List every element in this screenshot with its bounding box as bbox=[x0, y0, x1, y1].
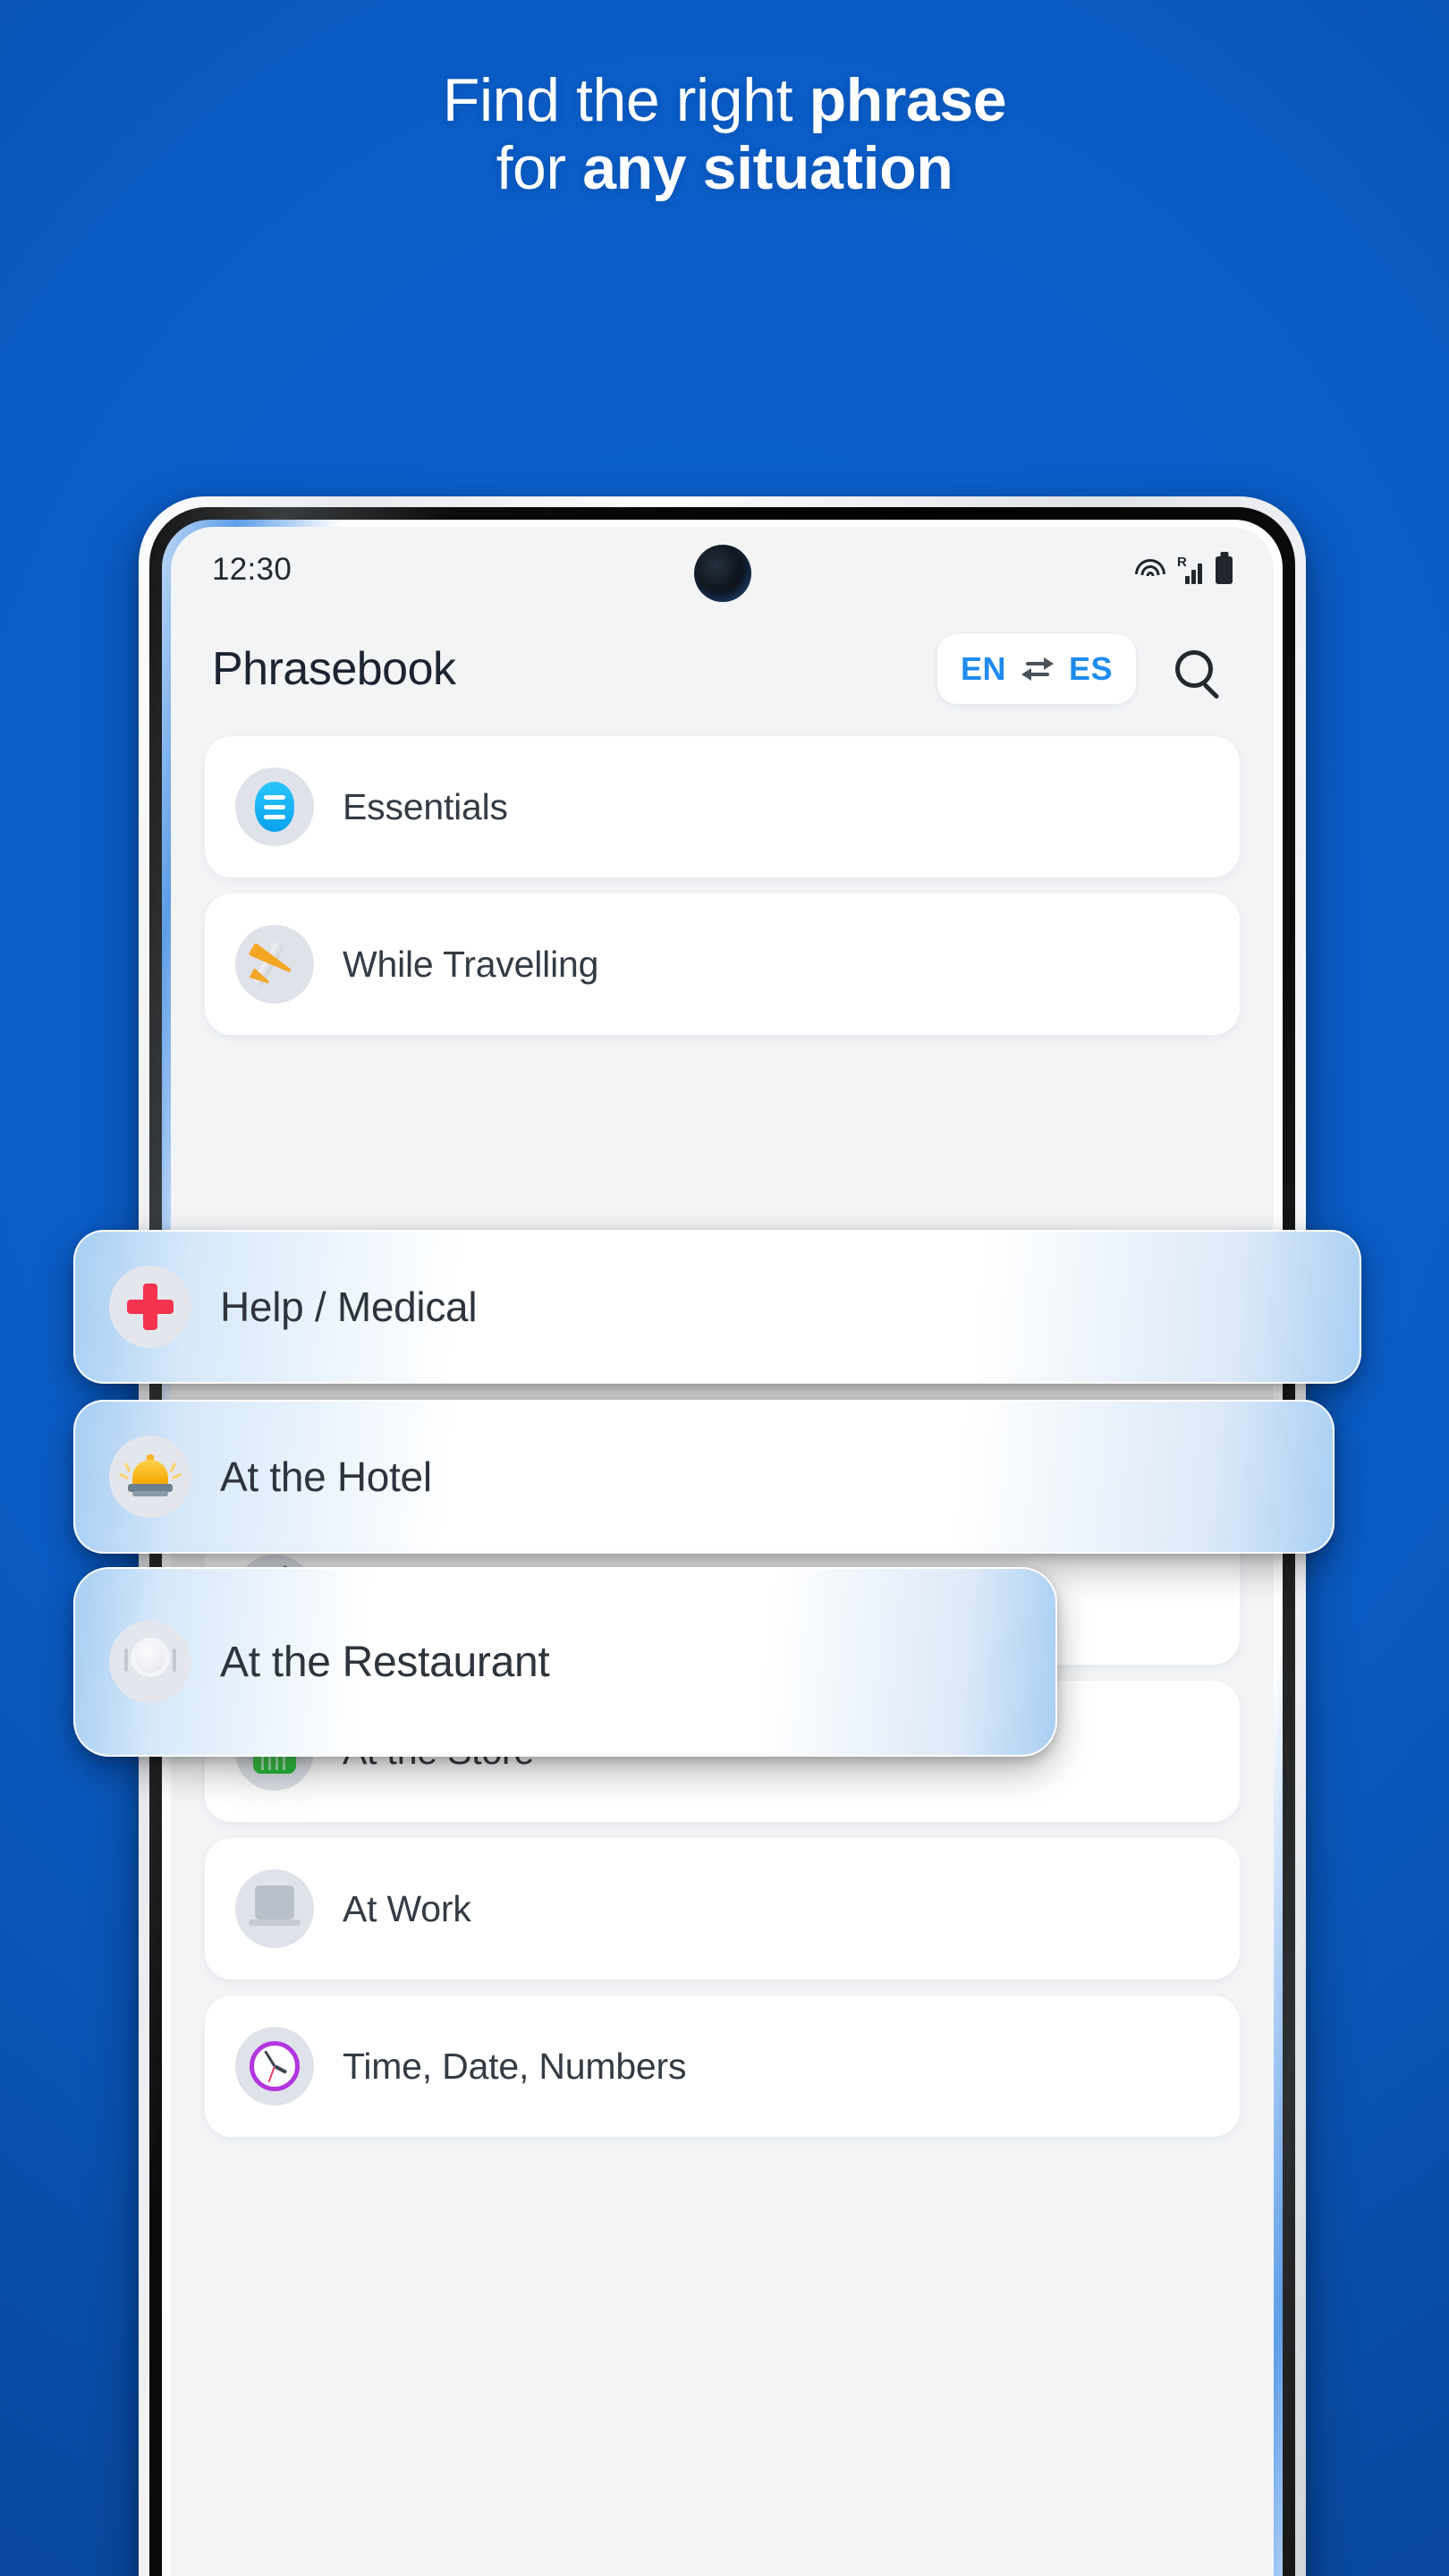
category-avatar bbox=[235, 2027, 314, 2106]
status-bar-time: 12:30 bbox=[212, 552, 292, 587]
language-to-label: ES bbox=[1068, 650, 1113, 687]
list-item-label: While Travelling bbox=[343, 943, 599, 985]
page-title: Phrasebook bbox=[212, 643, 456, 695]
category-avatar bbox=[109, 1436, 191, 1518]
laptop-icon bbox=[248, 1885, 301, 1932]
list-item-label: Help / Medical bbox=[220, 1284, 478, 1330]
front-camera-punch-hole-icon bbox=[693, 545, 751, 602]
category-avatar bbox=[235, 925, 314, 1004]
list-item-label: Time, Date, Numbers bbox=[343, 2045, 687, 2087]
plate-cutlery-icon bbox=[123, 1634, 178, 1690]
battery-icon bbox=[1216, 555, 1233, 584]
speech-bubble-list-icon bbox=[255, 782, 294, 832]
list-item-label: At the Restaurant bbox=[220, 1638, 550, 1686]
headline-line-2-bold: any situation bbox=[582, 134, 953, 203]
language-swap-chip[interactable]: EN ES bbox=[936, 634, 1136, 704]
medical-cross-icon bbox=[127, 1284, 174, 1330]
hotel-bell-icon bbox=[118, 1452, 182, 1502]
airplane-icon bbox=[247, 936, 302, 992]
list-item[interactable]: While Travelling bbox=[205, 894, 1240, 1035]
status-bar-icons: R bbox=[1135, 554, 1233, 584]
highlighted-list-item-at-the-restaurant[interactable]: At the Restaurant bbox=[73, 1567, 1057, 1757]
highlighted-list-item-help-medical[interactable]: Help / Medical bbox=[73, 1230, 1361, 1384]
highlighted-list-item-at-the-hotel[interactable]: At the Hotel bbox=[73, 1400, 1335, 1554]
search-button[interactable] bbox=[1156, 631, 1233, 708]
app-bar: Phrasebook EN ES bbox=[171, 613, 1274, 725]
category-avatar bbox=[109, 1621, 191, 1703]
list-item-label: At the Hotel bbox=[220, 1453, 432, 1500]
marketing-headline: Find the right phrase for any situation bbox=[0, 66, 1449, 202]
roaming-label: R bbox=[1177, 554, 1187, 570]
headline-line-2-normal: for bbox=[496, 134, 583, 203]
clock-icon bbox=[250, 2041, 300, 2091]
headline-line-2: for any situation bbox=[0, 134, 1449, 202]
category-avatar bbox=[109, 1266, 191, 1348]
swap-horizontal-icon bbox=[1020, 654, 1055, 684]
headline-line-1-bold: phrase bbox=[809, 66, 1007, 134]
headline-line-1: Find the right phrase bbox=[0, 66, 1449, 134]
signal-icon: R bbox=[1177, 554, 1204, 584]
list-item[interactable]: At Work bbox=[205, 1838, 1240, 1979]
wifi-icon bbox=[1135, 558, 1165, 584]
list-item[interactable]: Essentials bbox=[205, 736, 1240, 877]
list-item-label: Essentials bbox=[343, 785, 508, 827]
search-icon bbox=[1175, 650, 1213, 688]
headline-line-1-normal: Find the right bbox=[442, 66, 809, 134]
category-avatar bbox=[235, 767, 314, 846]
status-bar: 12:30 R bbox=[171, 527, 1274, 613]
category-avatar bbox=[235, 1869, 314, 1948]
language-from-label: EN bbox=[960, 650, 1006, 687]
list-item-label: At Work bbox=[343, 1887, 471, 1929]
list-item[interactable]: Time, Date, Numbers bbox=[205, 1996, 1240, 2137]
